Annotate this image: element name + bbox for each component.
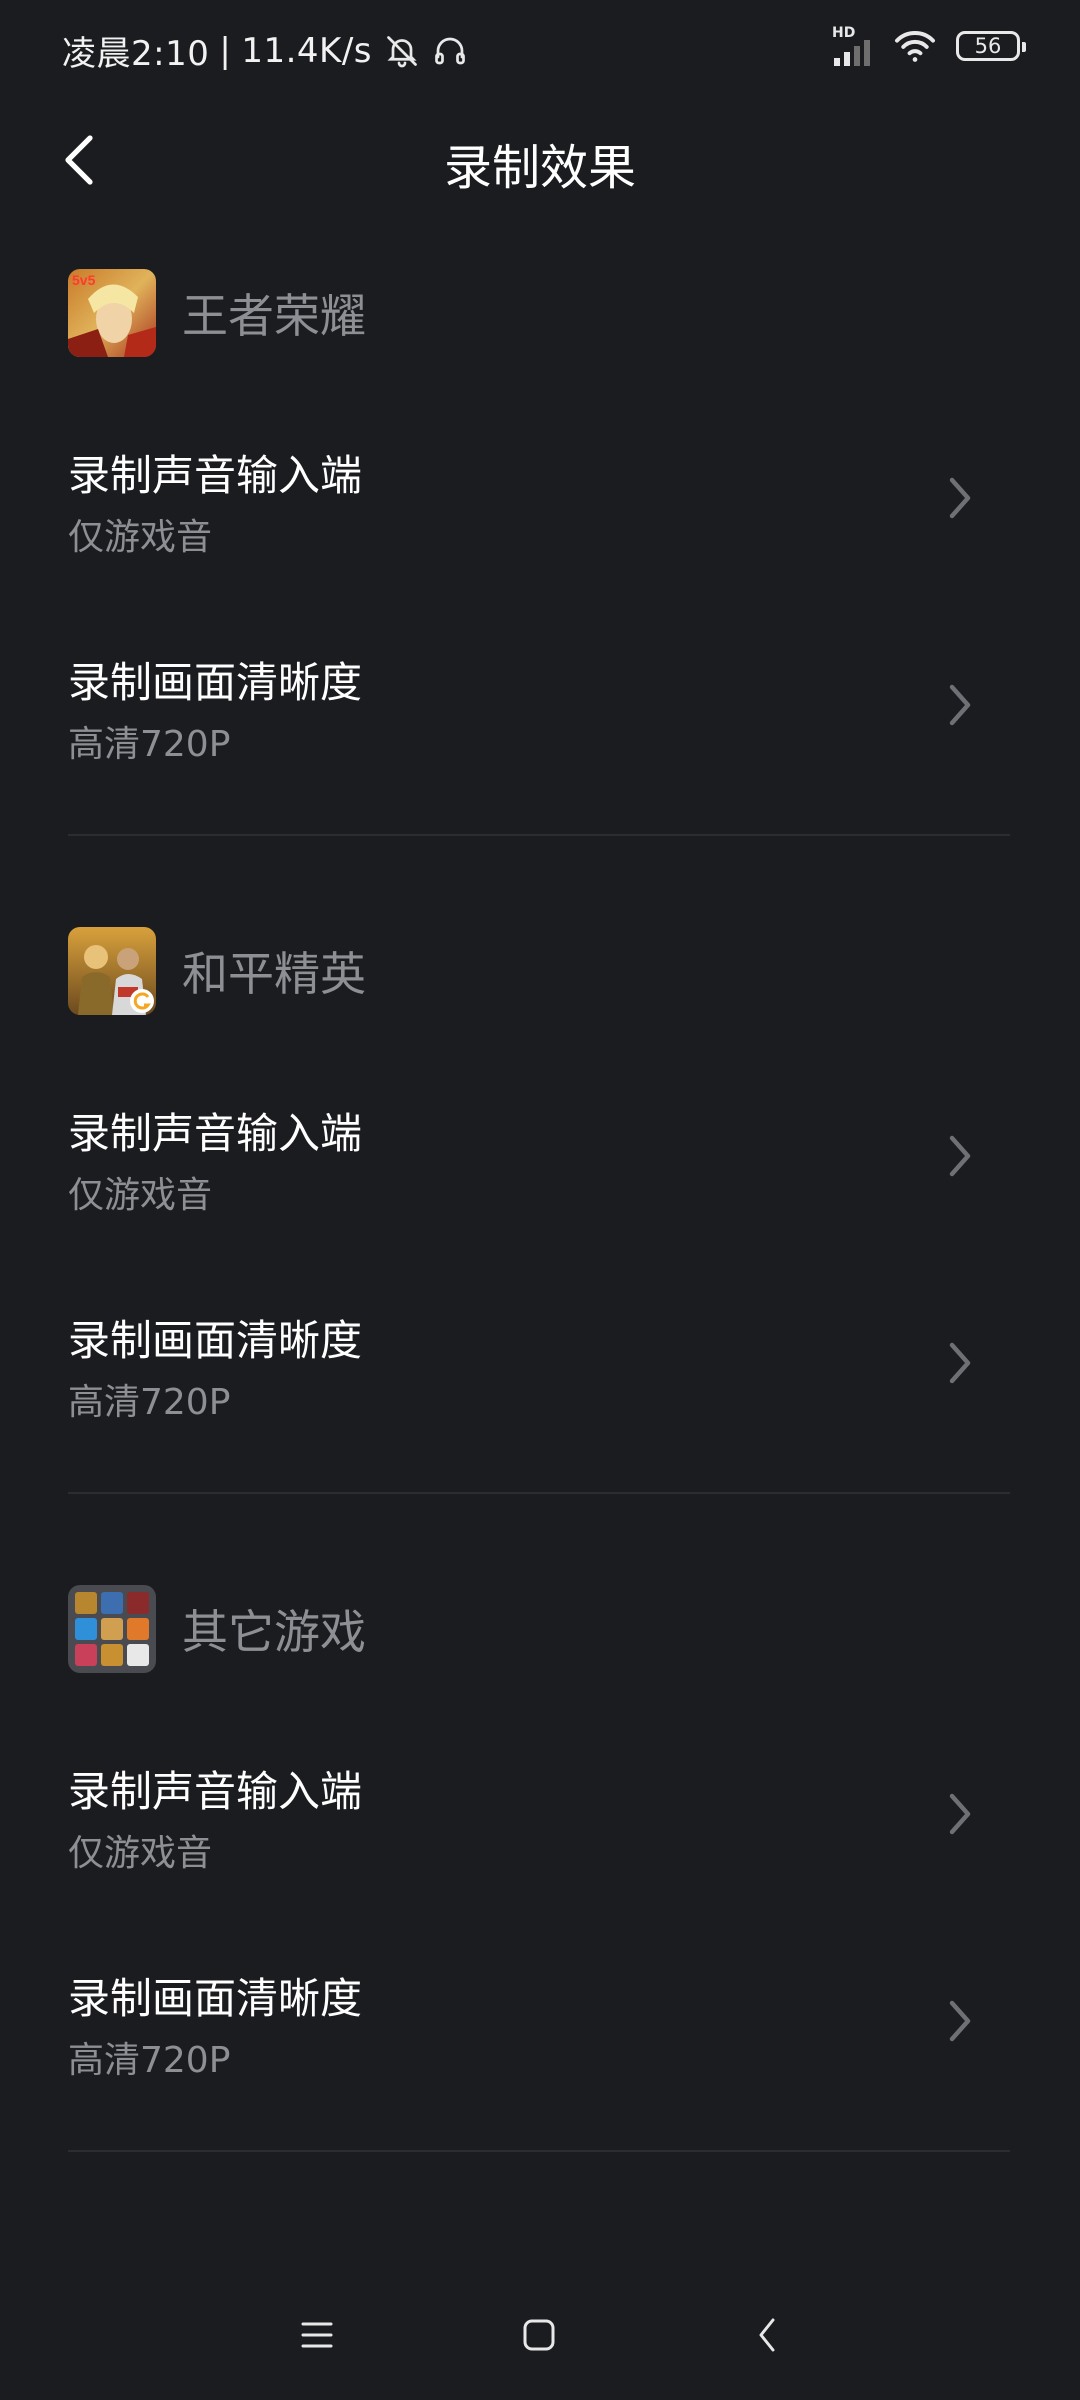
setting-title: 录制画面清晰度 — [68, 658, 363, 707]
section-other-games: 其它游戏 录制声音输入端 仅游戏音 录制画面清晰度 高清720P — [0, 1584, 1080, 2154]
chevron-right-icon — [940, 1333, 980, 1393]
battery-level: 56 — [974, 34, 1002, 58]
bell-mute-icon — [384, 33, 420, 69]
setting-title: 录制声音输入端 — [68, 451, 363, 500]
status-right: HD 56 — [832, 26, 1026, 66]
chevron-right-icon — [940, 468, 980, 528]
game-name: 其它游戏 — [182, 1605, 366, 1659]
chevron-right-icon — [940, 675, 980, 735]
page-title: 录制效果 — [443, 140, 636, 196]
section-peacekeeper-elite: 和平精英 录制声音输入端 仅游戏音 录制画面清晰度 高清720P — [0, 926, 1080, 1496]
setting-row-video-quality[interactable]: 录制画面清晰度 高清720P — [0, 1293, 1080, 1443]
setting-value: 仅游戏音 — [68, 517, 213, 558]
game-header: 和平精英 — [68, 926, 366, 1016]
chevron-right-icon — [940, 1991, 980, 2051]
chevron-right-icon — [940, 1126, 980, 1186]
network-speed: 11.4K/s — [241, 30, 372, 71]
section-honor-of-kings: 5v5 王者荣耀 录制声音输入端 仅游戏音 录制画面清晰度 高清720P — [0, 268, 1080, 838]
chevron-right-icon — [940, 1784, 980, 1844]
headset-icon — [432, 33, 468, 69]
game-icon-peacekeeper-elite — [68, 927, 156, 1015]
game-icon-badge: 5v5 — [72, 272, 96, 288]
status-time: 凌晨2:10 — [62, 34, 210, 74]
game-header: 5v5 王者荣耀 — [68, 268, 366, 358]
recent-apps-button[interactable] — [284, 2302, 350, 2368]
section-divider — [68, 2150, 1010, 2152]
game-icon-other-games — [68, 1585, 156, 1673]
setting-title: 录制画面清晰度 — [68, 1974, 363, 2023]
setting-row-video-quality[interactable]: 录制画面清晰度 高清720P — [0, 1951, 1080, 2101]
back-icon — [755, 2316, 779, 2354]
system-back-button[interactable] — [734, 2302, 800, 2368]
header: 录制效果 — [0, 110, 1080, 210]
section-divider — [68, 834, 1010, 836]
battery-icon: 56 — [956, 31, 1026, 61]
screen: 凌晨2:10 | 11.4K/s HD 56 录制效果 5v5 王者荣耀 录制声… — [0, 0, 1080, 2400]
game-name: 王者荣耀 — [182, 289, 366, 343]
status-separator: | — [219, 30, 232, 71]
hd-label: HD — [832, 25, 856, 41]
setting-title: 录制声音输入端 — [68, 1767, 363, 1816]
game-icon-honor-of-kings: 5v5 — [68, 269, 156, 357]
setting-row-audio-input[interactable]: 录制声音输入端 仅游戏音 — [0, 1744, 1080, 1894]
setting-title: 录制画面清晰度 — [68, 1316, 363, 1365]
setting-value: 仅游戏音 — [68, 1833, 213, 1874]
game-name: 和平精英 — [182, 947, 366, 1001]
section-divider — [68, 1492, 1010, 1494]
menu-icon — [300, 2320, 334, 2350]
setting-value: 高清720P — [68, 1382, 231, 1423]
signal-icon: HD — [832, 26, 874, 66]
setting-title: 录制声音输入端 — [68, 1109, 363, 1158]
game-header: 其它游戏 — [68, 1584, 366, 1674]
setting-row-video-quality[interactable]: 录制画面清晰度 高清720P — [0, 635, 1080, 785]
setting-value: 高清720P — [68, 724, 231, 765]
setting-value: 仅游戏音 — [68, 1175, 213, 1216]
wifi-icon — [892, 28, 938, 64]
status-left: 凌晨2:10 | 11.4K/s — [62, 26, 468, 75]
setting-row-audio-input[interactable]: 录制声音输入端 仅游戏音 — [0, 428, 1080, 578]
home-button[interactable] — [506, 2302, 572, 2368]
system-nav-bar — [0, 2290, 1080, 2380]
setting-row-audio-input[interactable]: 录制声音输入端 仅游戏音 — [0, 1086, 1080, 1236]
setting-value: 高清720P — [68, 2040, 231, 2081]
home-icon — [522, 2318, 556, 2352]
status-bar: 凌晨2:10 | 11.4K/s HD 56 — [0, 0, 1080, 110]
